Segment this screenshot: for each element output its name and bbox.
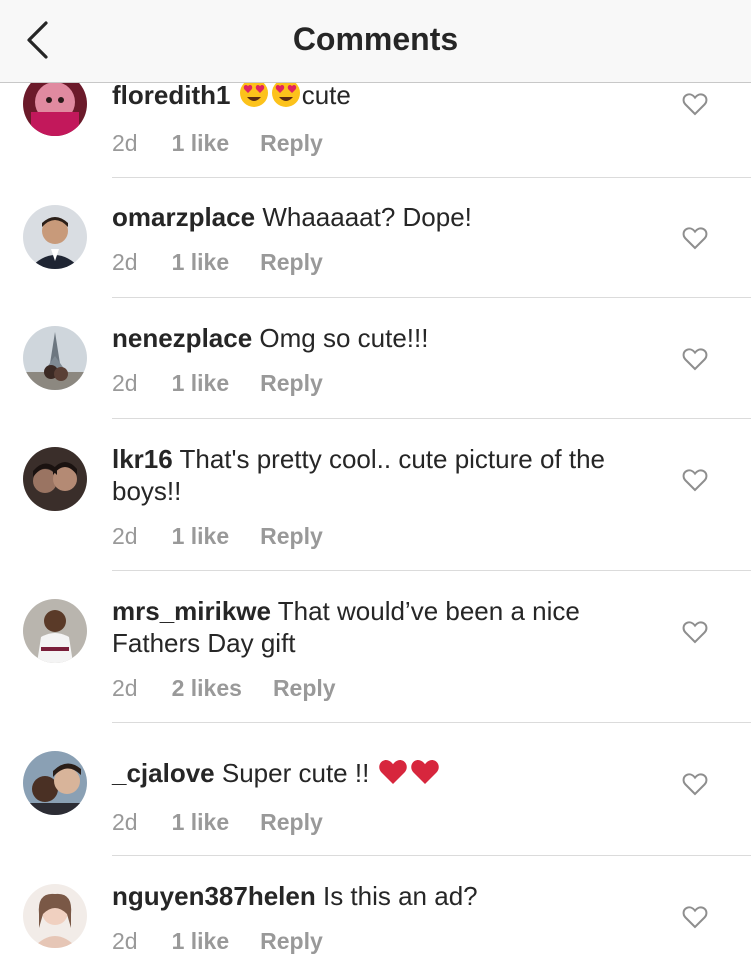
comment-meta: 2d 1 like Reply	[112, 129, 323, 157]
avatar[interactable]	[23, 599, 87, 663]
avatar[interactable]	[23, 884, 87, 948]
red-heart-emoji	[378, 758, 408, 793]
comment-meta: 2d 1 like Reply	[112, 369, 323, 397]
comment-text: omarzplace Whaaaaat? Dope!	[112, 201, 642, 233]
comment-text: nguyen387helen Is this an ad?	[112, 880, 642, 912]
avatar[interactable]	[23, 205, 87, 269]
reply-button[interactable]: Reply	[273, 674, 336, 702]
page-title: Comments	[292, 21, 459, 57]
nav-header: Comments	[0, 0, 751, 83]
comment-meta: 2d 1 like Reply	[112, 248, 323, 276]
comment-meta: 2d 1 like Reply	[112, 808, 323, 836]
comment-likes[interactable]: 1 like	[172, 808, 230, 836]
avatar[interactable]	[23, 326, 87, 390]
heart-icon[interactable]	[682, 92, 708, 116]
heart-icon[interactable]	[682, 468, 708, 492]
comment-time: 2d	[112, 809, 138, 835]
heart-icon[interactable]	[682, 905, 708, 929]
comment-likes[interactable]: 1 like	[172, 248, 230, 276]
comment-body: Is this an ad?	[322, 881, 478, 911]
heart-icon[interactable]	[682, 620, 708, 644]
divider	[112, 177, 751, 178]
comment-username[interactable]: nguyen387helen	[112, 881, 316, 911]
comment-time: 2d	[112, 675, 138, 701]
comment-username[interactable]: nenezplace	[112, 323, 252, 353]
comment-body: Omg so cute!!!	[259, 323, 429, 353]
divider	[112, 722, 751, 723]
divider	[112, 418, 751, 419]
heart-eyes-emoji	[271, 78, 301, 115]
reply-button[interactable]: Reply	[260, 522, 323, 550]
comment-likes[interactable]: 1 like	[172, 927, 230, 955]
comment-time: 2d	[112, 130, 138, 156]
divider	[112, 297, 751, 298]
comment-time: 2d	[112, 928, 138, 954]
comment-text: lkr16 That's pretty cool.. cute picture …	[112, 443, 642, 507]
reply-button[interactable]: Reply	[260, 129, 323, 157]
reply-button[interactable]: Reply	[260, 927, 323, 955]
comment-text: nenezplace Omg so cute!!!	[112, 322, 642, 354]
reply-button[interactable]: Reply	[260, 808, 323, 836]
heart-icon[interactable]	[682, 772, 708, 796]
comment-username[interactable]: mrs_mirikwe	[112, 596, 271, 626]
comment-meta: 2d 1 like Reply	[112, 522, 323, 550]
avatar[interactable]	[23, 751, 87, 815]
heart-icon[interactable]	[682, 347, 708, 371]
comment-username[interactable]: _cjalove	[112, 758, 215, 788]
comment-username[interactable]: omarzplace	[112, 202, 255, 232]
heart-icon[interactable]	[682, 226, 708, 250]
divider	[112, 855, 751, 856]
comment-meta: 2d 2 likes Reply	[112, 674, 336, 702]
comment-body: That's pretty cool.. cute picture of the…	[112, 444, 606, 506]
reply-button[interactable]: Reply	[260, 369, 323, 397]
comment-body: Whaaaaat? Dope!	[262, 202, 472, 232]
comment-likes[interactable]: 1 like	[172, 369, 230, 397]
comment-text: floredith1 cute	[112, 78, 642, 115]
comment-likes[interactable]: 1 like	[172, 129, 230, 157]
comment-time: 2d	[112, 523, 138, 549]
comment-username[interactable]: lkr16	[112, 444, 173, 474]
comment-time: 2d	[112, 370, 138, 396]
comment-body: Super cute !!	[221, 758, 370, 788]
comment-time: 2d	[112, 249, 138, 275]
comment-likes[interactable]: 1 like	[172, 522, 230, 550]
red-heart-emoji	[410, 758, 440, 793]
comment-username[interactable]: floredith1	[112, 80, 230, 110]
comment-text: _cjalove Super cute !!	[112, 757, 642, 793]
comment-body: cute	[301, 80, 351, 110]
comment-likes[interactable]: 2 likes	[172, 674, 242, 702]
comment-meta: 2d 1 like Reply	[112, 927, 323, 955]
comment-text: mrs_mirikwe That would’ve been a nice Fa…	[112, 595, 642, 659]
divider	[112, 570, 751, 571]
heart-eyes-emoji	[239, 78, 269, 115]
reply-button[interactable]: Reply	[260, 248, 323, 276]
avatar[interactable]	[23, 447, 87, 511]
